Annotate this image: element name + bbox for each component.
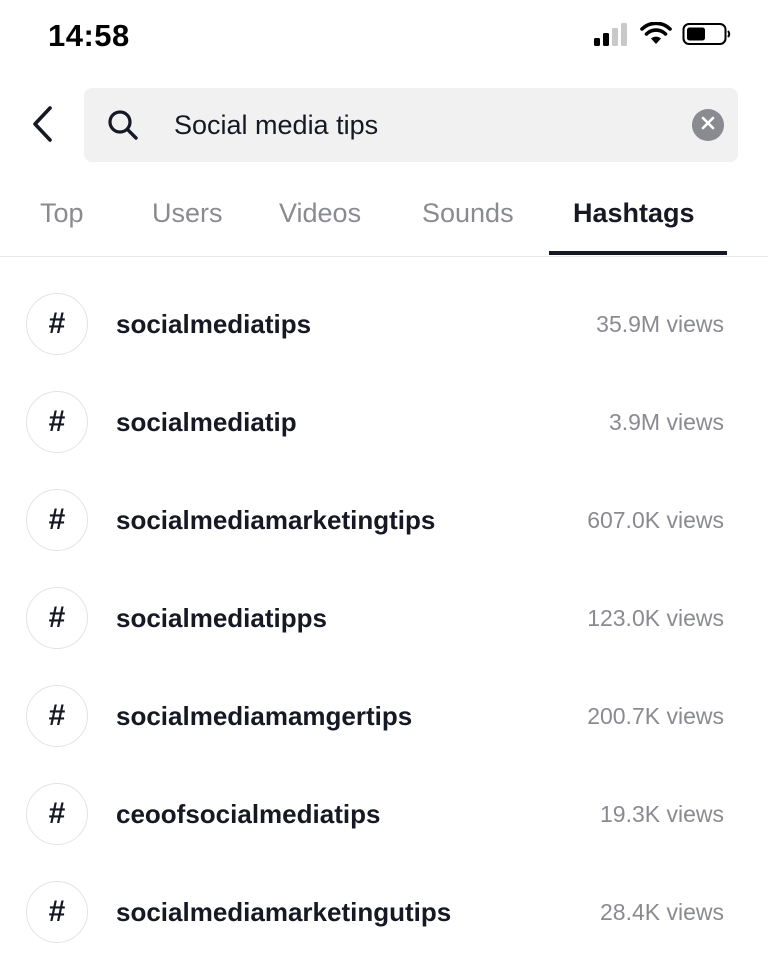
hashtag-icon: #	[26, 881, 88, 943]
chevron-left-icon	[30, 105, 54, 148]
tab-sounds[interactable]: Sounds	[422, 198, 514, 229]
tab-hashtags[interactable]: Hashtags	[573, 198, 695, 229]
hashtag-name: ceoofsocialmediatips	[116, 799, 381, 829]
active-tab-indicator	[549, 251, 727, 255]
hashtag-icon: #	[26, 489, 88, 551]
hashtag-icon: #	[26, 391, 88, 453]
hashtag-views: 3.9M views	[608, 409, 724, 435]
hashtag-icon: #	[26, 685, 88, 747]
hashtag-icon: #	[26, 783, 88, 845]
search-icon	[106, 108, 140, 142]
tab-users[interactable]: Users	[152, 198, 223, 229]
hashtag-name: socialmediatipps	[116, 603, 327, 633]
status-icons	[594, 21, 732, 51]
hashtag-views: 19.3K views	[599, 801, 724, 827]
hashtag-name: socialmediatips	[116, 309, 312, 339]
hashtag-row[interactable]: # socialmediatips 35.9M views	[0, 276, 768, 374]
hashtag-row[interactable]: # socialmediamarketingtips 607.0K views	[0, 472, 768, 570]
clear-search-button[interactable]	[692, 109, 724, 141]
hashtag-icon: #	[26, 587, 88, 649]
search-input[interactable]	[174, 88, 674, 162]
hashtag-views: 123.0K views	[587, 605, 724, 631]
clear-icon	[701, 116, 715, 135]
wifi-icon	[640, 21, 672, 51]
tab-videos[interactable]: Videos	[279, 198, 361, 229]
hashtag-row[interactable]: # socialmediamarketingutips 28.4K views	[0, 864, 768, 962]
search-box[interactable]	[84, 88, 738, 162]
hashtag-name: socialmediamarketingtips	[116, 505, 436, 535]
battery-icon	[682, 22, 732, 51]
hashtag-row[interactable]: # ceoofsocialmediatips 19.3K views	[0, 766, 768, 864]
back-button[interactable]	[22, 102, 62, 150]
search-tabs: Top Users Videos Sounds Hashtags	[0, 178, 768, 257]
hashtag-row[interactable]: # socialmediatipps 123.0K views	[0, 570, 768, 668]
status-bar: 14:58	[0, 0, 768, 78]
hashtag-views: 35.9M views	[596, 311, 724, 337]
cellular-signal-icon	[594, 22, 630, 51]
hashtag-name: socialmediatip	[116, 407, 297, 437]
hashtag-views: 28.4K views	[599, 899, 724, 925]
search-row	[0, 88, 768, 164]
status-time: 14:58	[48, 18, 130, 53]
hashtag-views: 200.7K views	[587, 703, 724, 729]
hashtag-name: socialmediamarketingutips	[116, 897, 452, 927]
hashtag-icon: #	[26, 293, 88, 355]
tab-top[interactable]: Top	[40, 198, 84, 229]
hashtag-row[interactable]: # socialmediatip 3.9M views	[0, 374, 768, 472]
hashtag-name: socialmediamamgertips	[116, 701, 413, 731]
hashtag-row[interactable]: # socialmediamamgertips 200.7K views	[0, 668, 768, 766]
hashtag-views: 607.0K views	[587, 507, 724, 533]
